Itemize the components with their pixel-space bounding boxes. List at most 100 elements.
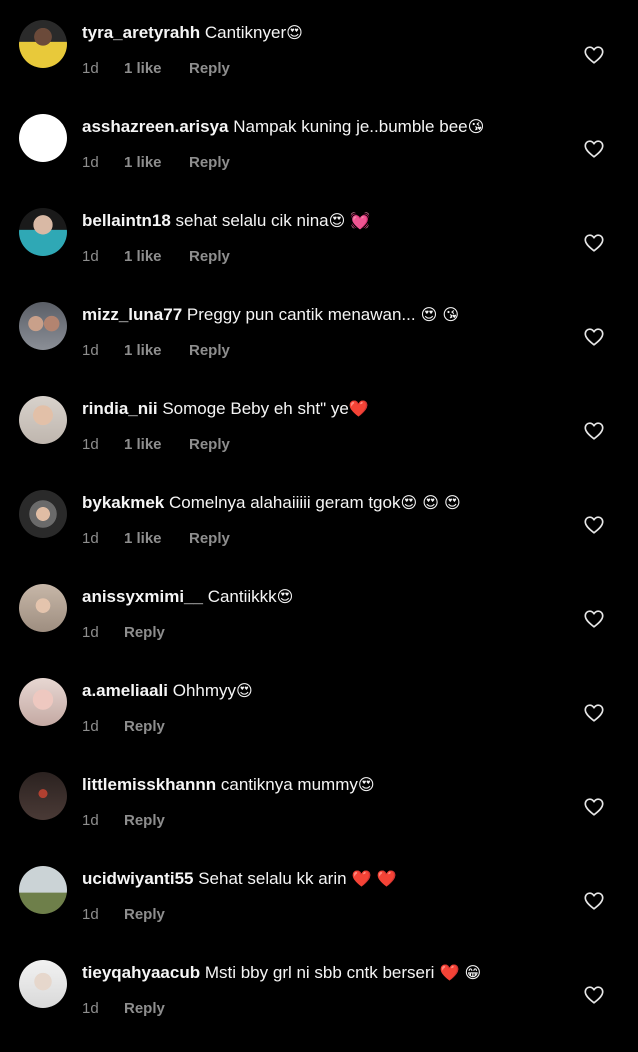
comment-like-count[interactable]: 1 like bbox=[124, 154, 189, 171]
comment-username[interactable]: littlemisskhannn bbox=[82, 775, 216, 794]
comment-item: mizz_luna77 Preggy pun cantik menawan...… bbox=[0, 300, 638, 394]
comment-time: 1d bbox=[82, 624, 99, 641]
comment-text: Somoge Beby eh sht" ye bbox=[162, 399, 349, 418]
reply-button[interactable]: Reply bbox=[124, 718, 165, 735]
comment-username[interactable]: a.ameliaali bbox=[82, 681, 168, 700]
comment-like-count[interactable]: 1 like bbox=[124, 342, 189, 359]
comment-meta: 1d Reply bbox=[82, 718, 572, 735]
comment-text: Nampak kuning je..bumble bee bbox=[233, 117, 468, 136]
comment-line: mizz_luna77 Preggy pun cantik menawan...… bbox=[82, 304, 572, 326]
reply-button[interactable]: Reply bbox=[189, 342, 230, 359]
comment-username[interactable]: rindia_nii bbox=[82, 399, 158, 418]
comment-username[interactable]: tieyqahyaacub bbox=[82, 963, 200, 982]
comment-meta: 1d 1 like Reply bbox=[82, 342, 572, 359]
comment-meta: 1d 1 like Reply bbox=[82, 248, 572, 265]
comment-like-count[interactable]: 1 like bbox=[124, 436, 189, 453]
reply-button[interactable]: Reply bbox=[124, 1000, 165, 1017]
comment-username[interactable]: tyra_aretyrahh bbox=[82, 23, 200, 42]
avatar[interactable] bbox=[19, 396, 67, 444]
like-heart-icon[interactable] bbox=[583, 326, 605, 348]
avatar[interactable] bbox=[19, 960, 67, 1008]
comment-emoji: ❤️ ❤️ bbox=[346, 869, 397, 888]
comment-time: 1d bbox=[82, 1000, 99, 1017]
comment-username[interactable]: ucidwiyanti55 bbox=[82, 869, 193, 888]
comment-username[interactable]: asshazreen.arisya bbox=[82, 117, 229, 136]
comment-time: 1d bbox=[82, 436, 99, 453]
comment-item: tieyqahyaacub Msti bby grl ni sbb cntk b… bbox=[0, 958, 638, 1052]
comment-text: Comelnya alahaiiiii geram tgok bbox=[168, 493, 401, 512]
comment-like-count[interactable]: 1 like bbox=[124, 60, 189, 77]
comment-line: a.ameliaali Ohhmyy😍 bbox=[82, 680, 572, 702]
comment-item: a.ameliaali Ohhmyy😍 1d Reply bbox=[0, 676, 638, 770]
comment-text: Ohhmyy bbox=[172, 681, 237, 700]
comment-meta: 1d Reply bbox=[82, 906, 572, 923]
comment-time: 1d bbox=[82, 718, 99, 735]
like-heart-icon[interactable] bbox=[583, 138, 605, 160]
reply-button[interactable]: Reply bbox=[189, 60, 230, 77]
comment-meta: 1d 1 like Reply bbox=[82, 60, 572, 77]
reply-button[interactable]: Reply bbox=[124, 624, 165, 641]
reply-button[interactable]: Reply bbox=[189, 530, 230, 547]
comment-line: asshazreen.arisya Nampak kuning je..bumb… bbox=[82, 116, 572, 138]
reply-button[interactable]: Reply bbox=[124, 906, 165, 923]
reply-button[interactable]: Reply bbox=[189, 436, 230, 453]
comment-like-count[interactable]: 1 like bbox=[124, 248, 189, 265]
like-heart-icon[interactable] bbox=[583, 44, 605, 66]
comment-emoji: 😍 😍 😍 bbox=[400, 493, 461, 512]
avatar[interactable] bbox=[19, 208, 67, 256]
avatar[interactable] bbox=[19, 678, 67, 726]
comment-line: tieyqahyaacub Msti bby grl ni sbb cntk b… bbox=[82, 962, 572, 984]
comment-meta: 1d Reply bbox=[82, 1000, 572, 1017]
comment-line: littlemisskhannn cantiknya mummy😍 bbox=[82, 774, 572, 796]
comment-username[interactable]: mizz_luna77 bbox=[82, 305, 182, 324]
avatar[interactable] bbox=[19, 866, 67, 914]
comment-text: Sehat selalu kk arin bbox=[198, 869, 347, 888]
like-heart-icon[interactable] bbox=[583, 702, 605, 724]
like-heart-icon[interactable] bbox=[583, 796, 605, 818]
comment-text: Msti bby grl ni sbb cntk berseri bbox=[204, 963, 435, 982]
like-heart-icon[interactable] bbox=[583, 984, 605, 1006]
comment-like-count[interactable]: 1 like bbox=[124, 530, 189, 547]
comment-text: sehat selalu cik nina bbox=[175, 211, 329, 230]
reply-button[interactable]: Reply bbox=[189, 248, 230, 265]
comment-meta: 1d Reply bbox=[82, 812, 572, 829]
comment-emoji: 😘 bbox=[467, 117, 485, 136]
comment-item: anissyxmimi__ Cantiikkk😍 1d Reply bbox=[0, 582, 638, 676]
reply-button[interactable]: Reply bbox=[189, 154, 230, 171]
avatar[interactable] bbox=[19, 114, 67, 162]
like-heart-icon[interactable] bbox=[583, 420, 605, 442]
like-heart-icon[interactable] bbox=[583, 890, 605, 912]
comment-line: tyra_aretyrahh Cantiknyer😍 bbox=[82, 22, 572, 44]
comment-text: Cantiknyer bbox=[204, 23, 287, 42]
comment-emoji: 😍 bbox=[357, 775, 375, 794]
like-heart-icon[interactable] bbox=[583, 514, 605, 536]
comment-body: bellaintn18 sehat selalu cik nina😍 💓 1d 1 … bbox=[82, 210, 572, 265]
comment-time: 1d bbox=[82, 248, 99, 265]
like-heart-icon[interactable] bbox=[583, 608, 605, 630]
comment-body: a.ameliaali Ohhmyy😍 1d Reply bbox=[82, 680, 572, 735]
comment-text: cantiknya mummy bbox=[220, 775, 358, 794]
comment-line: anissyxmimi__ Cantiikkk😍 bbox=[82, 586, 572, 608]
comment-username[interactable]: bellaintn18 bbox=[82, 211, 171, 230]
comment-emoji: 😍 💓 bbox=[328, 211, 371, 230]
comment-emoji: 😍 😘 bbox=[415, 305, 460, 324]
comment-time: 1d bbox=[82, 530, 99, 547]
avatar[interactable] bbox=[19, 772, 67, 820]
avatar[interactable] bbox=[19, 490, 67, 538]
comment-body: tyra_aretyrahh Cantiknyer😍 1d 1 like Reply bbox=[82, 22, 572, 77]
like-heart-icon[interactable] bbox=[583, 232, 605, 254]
comment-meta: 1d 1 like Reply bbox=[82, 530, 572, 547]
comment-item: asshazreen.arisya Nampak kuning je..bumb… bbox=[0, 112, 638, 206]
avatar[interactable] bbox=[19, 584, 67, 632]
comment-body: bykakmek Comelnya alahaiiiii geram tgok😍… bbox=[82, 492, 572, 547]
avatar[interactable] bbox=[19, 20, 67, 68]
comment-line: ucidwiyanti55 Sehat selalu kk arin ❤️ ❤️ bbox=[82, 868, 572, 890]
comment-emoji: 😍 bbox=[286, 23, 303, 42]
avatar[interactable] bbox=[19, 302, 67, 350]
comment-username[interactable]: bykakmek bbox=[82, 493, 164, 512]
comment-item: littlemisskhannn cantiknya mummy😍 1d Reply bbox=[0, 770, 638, 864]
reply-button[interactable]: Reply bbox=[124, 812, 165, 829]
comment-meta: 1d Reply bbox=[82, 624, 572, 641]
comment-username[interactable]: anissyxmimi__ bbox=[82, 587, 203, 606]
comment-item: bykakmek Comelnya alahaiiiii geram tgok😍… bbox=[0, 488, 638, 582]
